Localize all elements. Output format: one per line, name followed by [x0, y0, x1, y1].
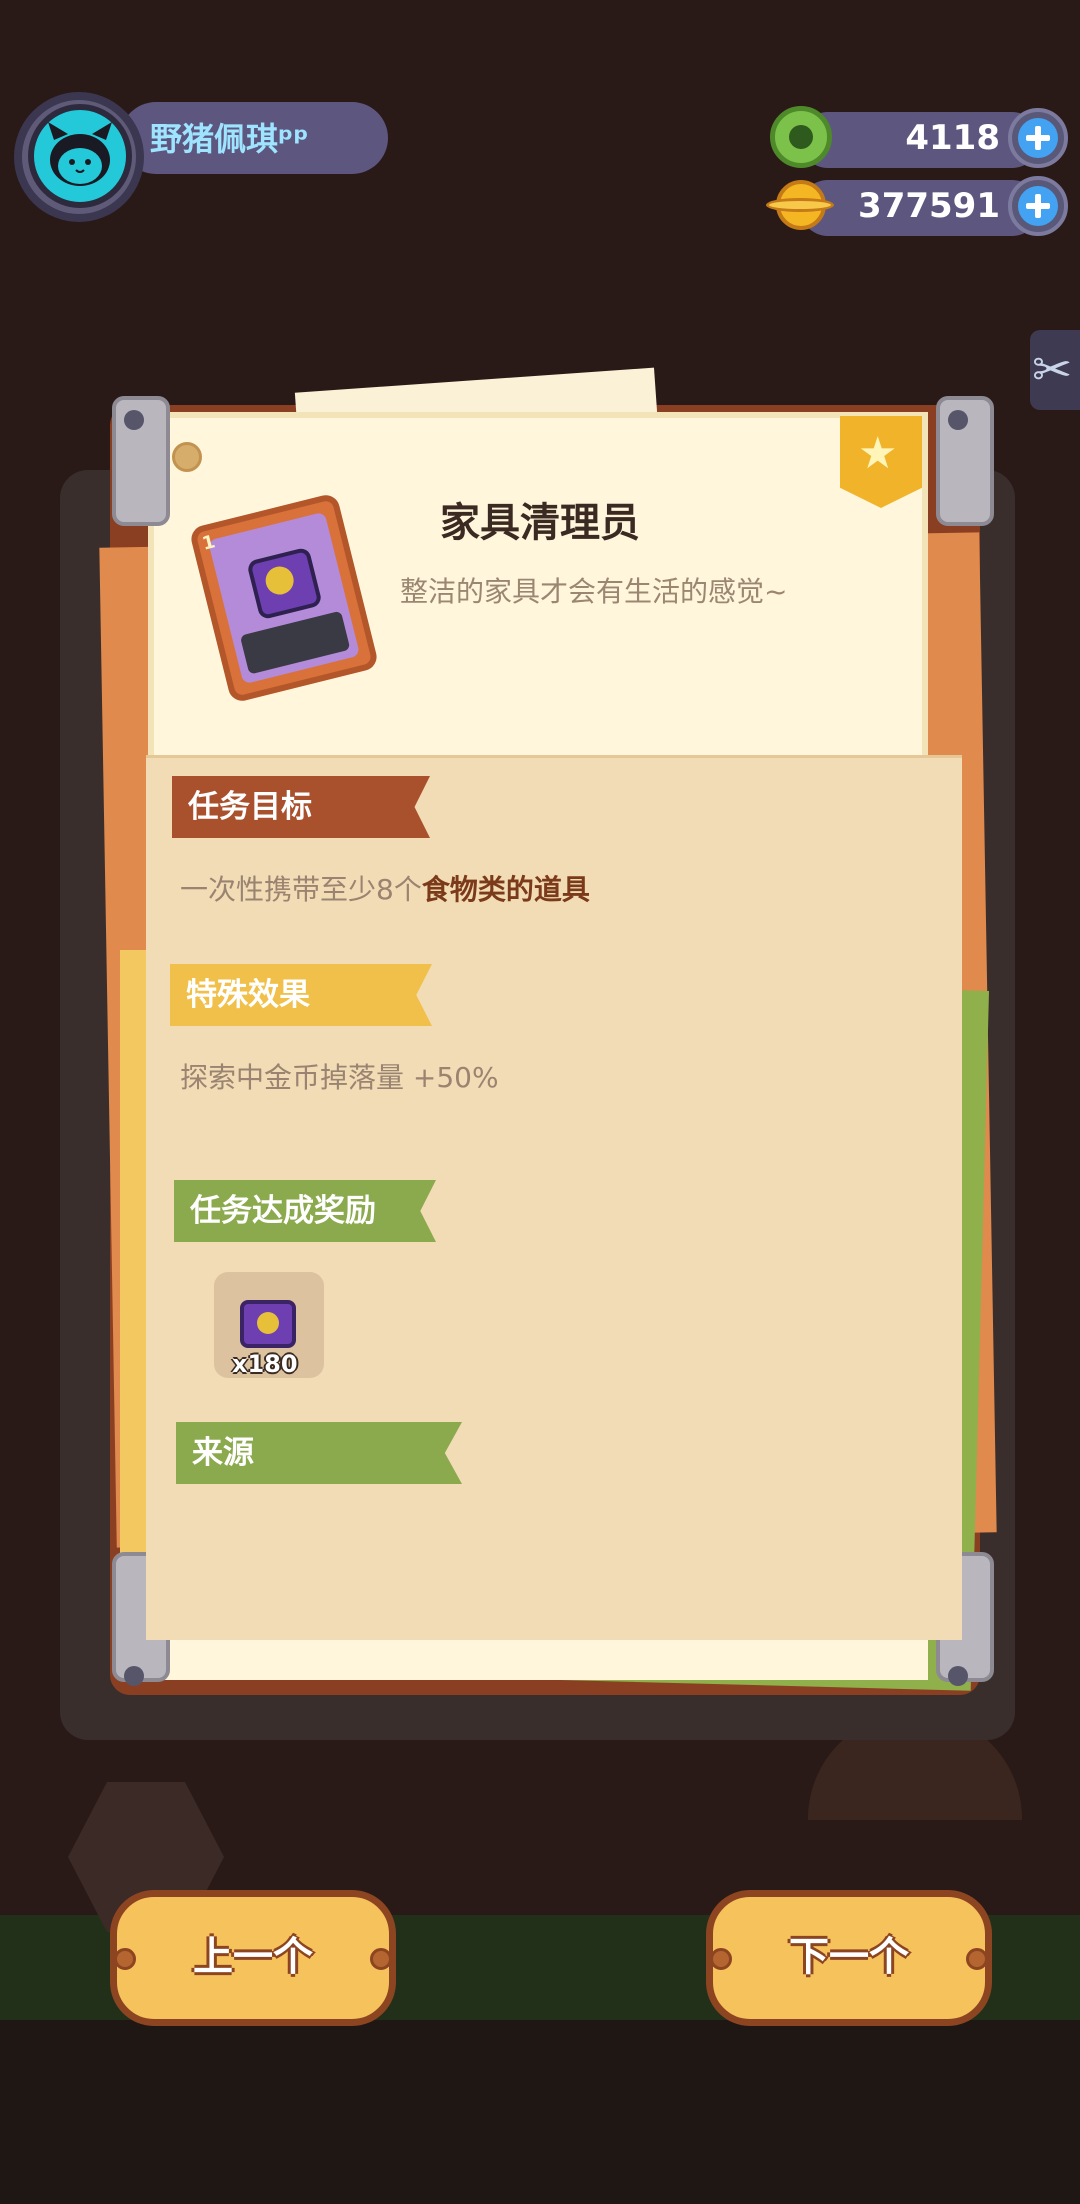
player-name: 野猪佩琪ᵖᵖ — [150, 120, 309, 158]
reward-item[interactable]: x180 — [214, 1272, 324, 1378]
prev-button-notch — [370, 1948, 392, 1970]
ground-shadow — [0, 2020, 1080, 2204]
next-button-notch — [710, 1948, 732, 1970]
cat-face-icon[interactable] — [28, 104, 132, 208]
reward-ribbon: 任务达成奖励 — [174, 1180, 436, 1242]
effect-text: 探索中金币掉落量 +50% — [180, 1061, 499, 1094]
green-gem-coin-icon — [770, 106, 832, 168]
side-tab[interactable]: ✂ — [1030, 330, 1080, 410]
reward-quantity: x180 — [232, 1350, 298, 1378]
pin-icon — [172, 442, 202, 472]
scissors-icon: ✂ — [1032, 342, 1073, 398]
card-level: 1 — [200, 531, 218, 555]
next-button[interactable]: 下一个 — [706, 1890, 992, 2026]
source-ribbon: 来源 — [176, 1422, 462, 1484]
add-gems-button[interactable] — [1008, 108, 1068, 168]
prev-button[interactable]: 上一个 — [110, 1890, 396, 2026]
clip-screw — [124, 1666, 144, 1686]
goal-text-prefix: 一次性携带至少8个 — [180, 873, 422, 906]
clip-screw — [948, 410, 968, 430]
clip-screw — [124, 410, 144, 430]
goal-text: 一次性携带至少8个食物类的道具 — [180, 868, 590, 908]
effect-ribbon: 特殊效果 — [170, 964, 432, 1026]
tv-ticket-icon — [240, 1300, 296, 1348]
gold-planet-coin-icon — [766, 174, 834, 238]
goal-text-highlight: 食物类的道具 — [421, 873, 590, 906]
next-button-notch — [966, 1948, 988, 1970]
prev-button-notch — [114, 1948, 136, 1970]
gold-amount: 377591 — [858, 186, 1000, 226]
goal-ribbon: 任务目标 — [172, 776, 430, 838]
card-title: 家具清理员 — [440, 500, 640, 546]
card-subtitle: 整洁的家具才会有生活的感觉~ — [400, 575, 788, 608]
gem-amount: 4118 — [905, 118, 1000, 158]
add-gold-button[interactable] — [1008, 176, 1068, 236]
clip-screw — [948, 1666, 968, 1686]
